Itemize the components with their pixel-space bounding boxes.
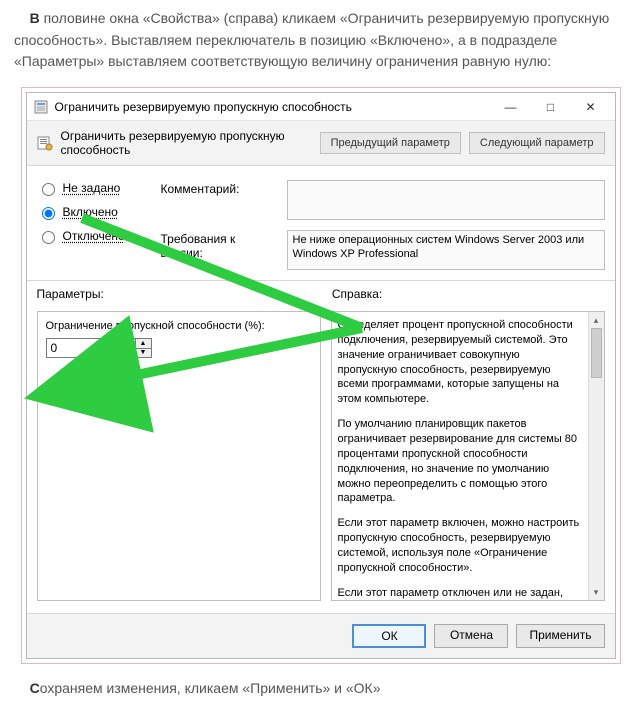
help-scrollbar[interactable]: ▴ ▾	[588, 312, 604, 600]
requirements-label: Требования к версии:	[161, 230, 281, 260]
bandwidth-stepper[interactable]: ▲ ▼	[46, 338, 312, 358]
cancel-button[interactable]: Отмена	[434, 624, 508, 648]
spin-buttons[interactable]: ▲ ▼	[136, 338, 152, 358]
gpedit-window: Ограничить резервируемую пропускную спос…	[26, 92, 616, 659]
radio-not-set[interactable]: Не задано	[37, 180, 147, 196]
meta-grid: Комментарий: Требования к версии: Не ниж…	[161, 180, 605, 270]
comment-label: Комментарий:	[161, 180, 281, 196]
apply-button[interactable]: Применить	[516, 624, 604, 648]
sub-header: Ограничить резервируемую пропускную спос…	[27, 121, 615, 166]
help-p4: Если этот параметр отключен или не задан…	[338, 586, 580, 602]
comment-box[interactable]	[287, 180, 605, 220]
outro-bold: С	[30, 680, 40, 696]
scroll-down-icon[interactable]: ▾	[589, 584, 604, 600]
spin-up-icon[interactable]: ▲	[136, 339, 151, 349]
params-panel: Ограничение пропускной способности (%): …	[37, 311, 321, 601]
help-panel: Определяет процент пропускной способност…	[331, 311, 605, 601]
ok-button[interactable]: ОК	[352, 624, 426, 648]
param-label: Ограничение пропускной способности (%):	[46, 320, 312, 332]
help-p2: По умолчанию планировщик пакетов огранич…	[338, 417, 580, 506]
policy-icon	[37, 135, 53, 151]
requirements-box: Не ниже операционных систем Windows Serv…	[287, 230, 605, 270]
radio-disabled-input[interactable]	[42, 231, 55, 244]
scroll-up-icon[interactable]: ▴	[589, 312, 604, 328]
help-p3: Если этот параметр включен, можно настро…	[338, 516, 580, 575]
help-p1: Определяет процент пропускной способност…	[338, 318, 580, 407]
help-heading: Справка:	[332, 287, 605, 301]
window-title: Ограничить резервируемую пропускную спос…	[49, 100, 491, 114]
params-heading: Параметры:	[37, 287, 332, 301]
dialog-footer: ОК Отмена Применить	[27, 613, 615, 658]
titlebar: Ограничить резервируемую пропускную спос…	[27, 93, 615, 121]
spin-down-icon[interactable]: ▼	[136, 349, 151, 358]
radio-enabled[interactable]: Включено	[37, 204, 147, 220]
next-setting-button[interactable]: Следующий параметр	[469, 132, 605, 154]
intro-paragraph: В половине окна «Свойства» (справа) клик…	[14, 8, 627, 73]
scroll-thumb[interactable]	[591, 328, 602, 378]
prev-setting-button[interactable]: Предыдущий параметр	[320, 132, 461, 154]
radio-not-set-input[interactable]	[42, 183, 55, 196]
upper-section: Не задано Включено Отключено Комментарий…	[27, 166, 615, 281]
state-radios: Не задано Включено Отключено	[37, 180, 147, 270]
lower-section: Ограничение пропускной способности (%): …	[27, 305, 615, 613]
outro-text: охраняем изменения, кликаем «Применить» …	[40, 680, 381, 696]
intro-text: половине окна «Свойства» (справа) кликае…	[14, 10, 609, 69]
intro-bold: В	[30, 10, 40, 26]
section-labels: Параметры: Справка:	[27, 281, 615, 305]
radio-disabled[interactable]: Отключено	[37, 228, 147, 244]
radio-enabled-input[interactable]	[42, 207, 55, 220]
maximize-button[interactable]: □	[531, 96, 571, 118]
close-button[interactable]: ✕	[571, 96, 611, 118]
bandwidth-input[interactable]	[46, 338, 136, 358]
app-icon	[33, 99, 49, 115]
policy-subtitle: Ограничить резервируемую пропускную спос…	[61, 129, 312, 157]
minimize-button[interactable]: —	[491, 96, 531, 118]
screenshot-frame: Ограничить резервируемую пропускную спос…	[21, 87, 621, 664]
outro-paragraph: Сохраняем изменения, кликаем «Применить»…	[14, 678, 627, 700]
